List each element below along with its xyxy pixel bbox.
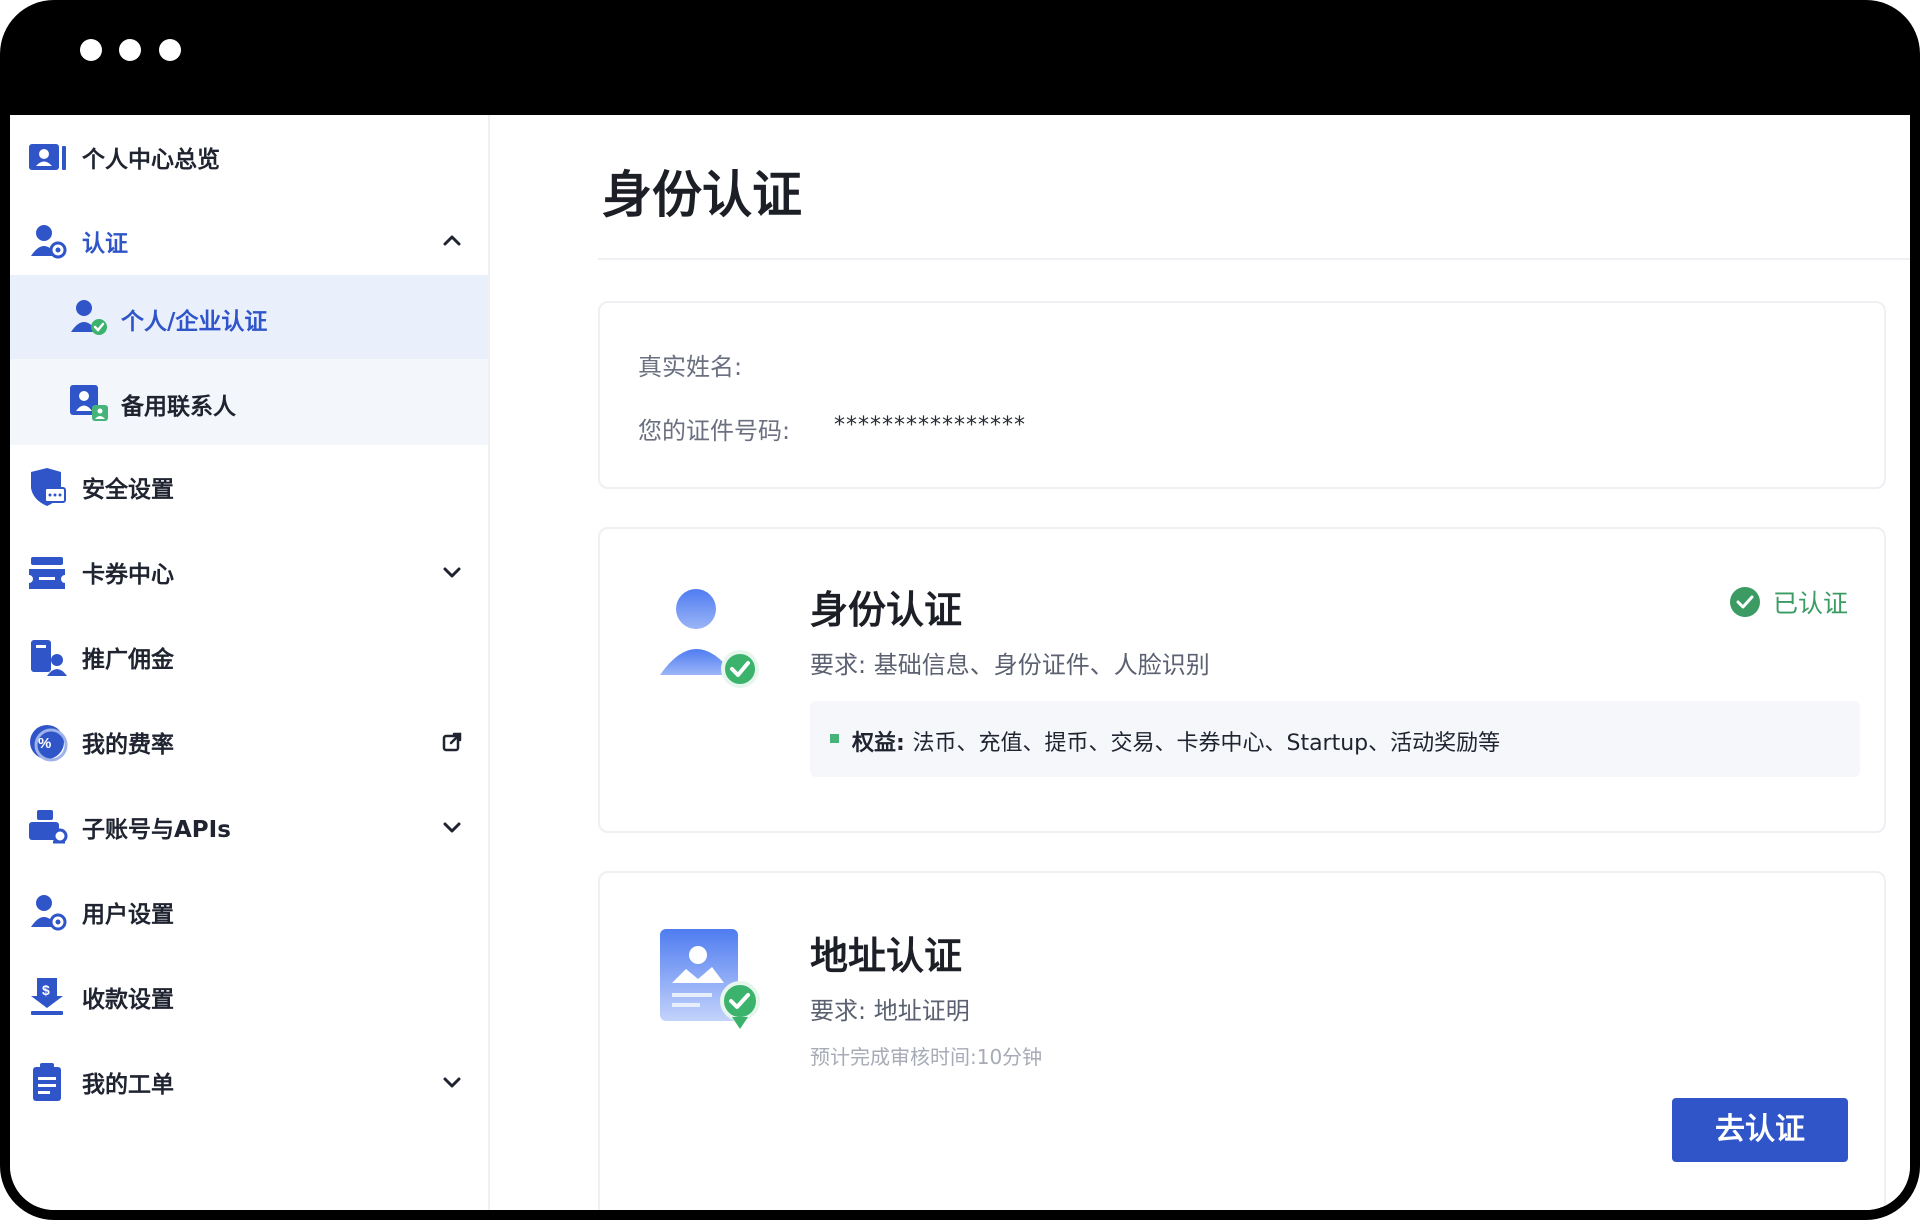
go-verify-button[interactable]: 去认证 (1672, 1098, 1848, 1162)
check-circle-icon (1729, 587, 1760, 617)
sidebar-item-label: 个人中心总览 (82, 147, 220, 173)
user-verified-illustration-icon (660, 589, 759, 688)
id-number-label: 您的证件号码: (638, 417, 791, 445)
user-check-icon (71, 300, 107, 335)
benefits-box: 权益: 法币、充值、提币、交易、卡券中心、Startup、活动奖励等 (810, 701, 1860, 777)
sidebar-item-label: 收款设置 (82, 987, 174, 1013)
sidebar-subitem-personal-business[interactable]: 个人/企业认证 (10, 275, 488, 359)
window-titlebar (0, 0, 1920, 115)
external-link-icon[interactable] (440, 730, 464, 754)
chevron-down-icon[interactable] (440, 560, 464, 584)
address-card-requirement: 要求: 地址证明 (810, 997, 970, 1025)
chevron-up-icon[interactable] (440, 229, 464, 253)
sidebar-item-label: 子账号与APIs (82, 817, 231, 843)
percent-icon: % (30, 725, 68, 762)
sidebar-item-user-settings[interactable]: 用户设置 (10, 870, 488, 954)
sidebar-item-security[interactable]: 安全设置 (10, 445, 488, 529)
chevron-down-icon[interactable] (440, 815, 464, 839)
address-card-title: 地址认证 (810, 934, 963, 978)
benefits-list: 法币、充值、提币、交易、卡券中心、Startup、活动奖励等 (912, 731, 1501, 756)
window-control-dot[interactable] (80, 39, 102, 61)
main-content: 身份认证 真实姓名: 您的证件号码: **************** 身份认证… (490, 115, 1910, 1210)
bullet-marker (830, 734, 839, 743)
referral-icon (31, 640, 67, 676)
benefits-label: 权益: (852, 731, 905, 756)
app-window: 个人中心总览 认证 个人/企业认证 备用联系人 安全设置 卡券中心 推广佣金 %… (10, 115, 1910, 1210)
shield-icon (31, 468, 66, 506)
page-title: 身份认证 (602, 166, 802, 224)
address-verification-card: 地址认证 要求: 地址证明 预计完成审核时间:10分钟 去认证 (598, 871, 1886, 1210)
identity-card-title: 身份认证 (810, 588, 963, 632)
sidebar-item-label: 用户设置 (82, 902, 174, 928)
verified-status-text: 已认证 (1772, 589, 1848, 618)
sidebar-item-payment-settings[interactable]: $ 收款设置 (10, 955, 488, 1039)
sidebar-item-overview[interactable]: 个人中心总览 (10, 115, 488, 199)
title-divider (598, 258, 1910, 260)
sidebar-item-label: 安全设置 (82, 477, 174, 503)
id-number-value: **************** (834, 413, 1026, 438)
identity-info-card: 真实姓名: 您的证件号码: **************** (598, 301, 1886, 489)
sidebar-item-label: 我的费率 (82, 732, 174, 758)
sidebar-subitem-backup-contact[interactable]: 备用联系人 (10, 360, 488, 444)
user-settings-icon (31, 895, 67, 931)
sidebar-item-label: 卡券中心 (82, 562, 174, 588)
sidebar: 个人中心总览 认证 个人/企业认证 备用联系人 安全设置 卡券中心 推广佣金 %… (10, 115, 490, 1210)
svg-text:$: $ (42, 982, 50, 998)
subaccount-key-icon (29, 810, 68, 844)
sidebar-item-my-tickets[interactable]: 我的工单 (10, 1040, 488, 1124)
sidebar-subitem-label: 备用联系人 (121, 394, 236, 420)
user-verified-icon (31, 225, 67, 259)
sidebar-subitem-label: 个人/企业认证 (121, 309, 268, 335)
profile-card-icon (29, 144, 66, 170)
sidebar-item-verification[interactable]: 认证 (10, 199, 488, 283)
payment-download-icon: $ (31, 978, 63, 1015)
sidebar-item-fee-rate[interactable]: % 我的费率 (10, 700, 488, 784)
sidebar-item-coupons[interactable]: 卡券中心 (10, 530, 488, 614)
address-document-icon (660, 929, 760, 1029)
app-frame: 个人中心总览 认证 个人/企业认证 备用联系人 安全设置 卡券中心 推广佣金 %… (0, 0, 1920, 1220)
sidebar-item-referral[interactable]: 推广佣金 (10, 615, 488, 699)
identity-verification-card: 身份认证 要求: 基础信息、身份证件、人脸识别 已认证 权益: 法币、充值、提币… (598, 527, 1886, 833)
ticket-icon (29, 557, 65, 589)
contact-card-icon (70, 385, 108, 421)
sidebar-item-label: 认证 (82, 231, 128, 257)
benefits-text: 权益: 法币、充值、提币、交易、卡券中心、Startup、活动奖励等 (852, 725, 1500, 757)
identity-card-requirement: 要求: 基础信息、身份证件、人脸识别 (810, 651, 1210, 679)
address-card-estimate: 预计完成审核时间:10分钟 (810, 1045, 1043, 1069)
real-name-label: 真实姓名: (638, 353, 743, 381)
sidebar-item-label: 推广佣金 (82, 647, 174, 673)
window-control-dot[interactable] (119, 39, 141, 61)
svg-text:%: % (38, 735, 51, 752)
sidebar-item-label: 我的工单 (82, 1072, 174, 1098)
verified-status-badge: 已认证 (1729, 584, 1848, 620)
chevron-down-icon[interactable] (440, 1070, 464, 1094)
ticket-list-icon (33, 1063, 61, 1101)
window-control-dot[interactable] (159, 39, 181, 61)
sidebar-item-subaccounts-apis[interactable]: 子账号与APIs (10, 785, 488, 869)
